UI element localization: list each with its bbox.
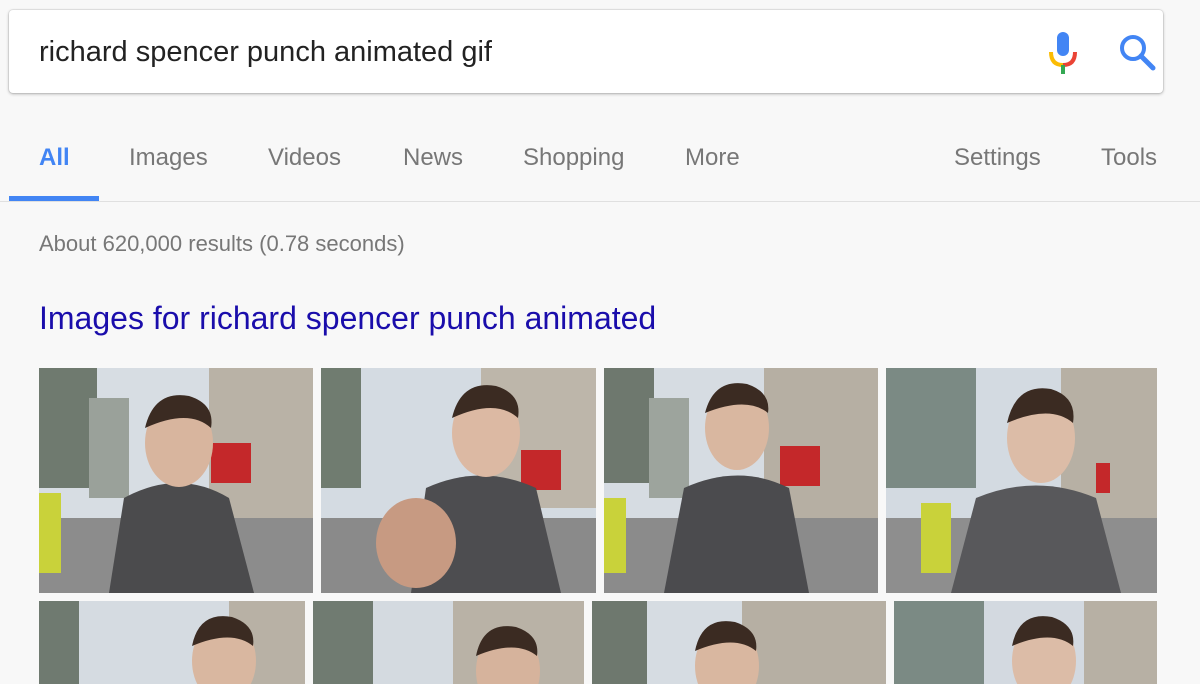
search-box — [9, 10, 1163, 93]
image-result-thumbnail[interactable] — [39, 368, 313, 593]
tab-news[interactable]: News — [403, 144, 463, 172]
result-stats: About 620,000 results (0.78 seconds) — [39, 231, 405, 256]
image-result-thumbnail[interactable] — [321, 368, 596, 593]
microphone-icon[interactable] — [1047, 32, 1079, 76]
tab-tools[interactable]: Tools — [1101, 144, 1157, 172]
tab-all[interactable]: All — [39, 144, 70, 172]
images-section-link[interactable]: Images for richard spencer punch animate… — [39, 300, 656, 337]
tab-images[interactable]: Images — [129, 144, 208, 172]
tab-settings[interactable]: Settings — [954, 144, 1041, 172]
image-result-thumbnail[interactable] — [39, 601, 305, 684]
search-input[interactable] — [39, 32, 999, 72]
tab-videos[interactable]: Videos — [268, 144, 341, 172]
active-tab-indicator — [9, 196, 99, 201]
tab-more[interactable]: More — [685, 144, 740, 172]
search-icon[interactable] — [1117, 32, 1159, 74]
image-result-thumbnail[interactable] — [604, 368, 878, 593]
image-result-thumbnail[interactable] — [886, 368, 1157, 593]
image-result-thumbnail[interactable] — [894, 601, 1157, 684]
image-result-thumbnail[interactable] — [313, 601, 584, 684]
tab-shopping[interactable]: Shopping — [523, 144, 624, 172]
image-result-thumbnail[interactable] — [592, 601, 886, 684]
search-tabs: All Images Videos News Shopping More Set… — [0, 104, 1200, 202]
